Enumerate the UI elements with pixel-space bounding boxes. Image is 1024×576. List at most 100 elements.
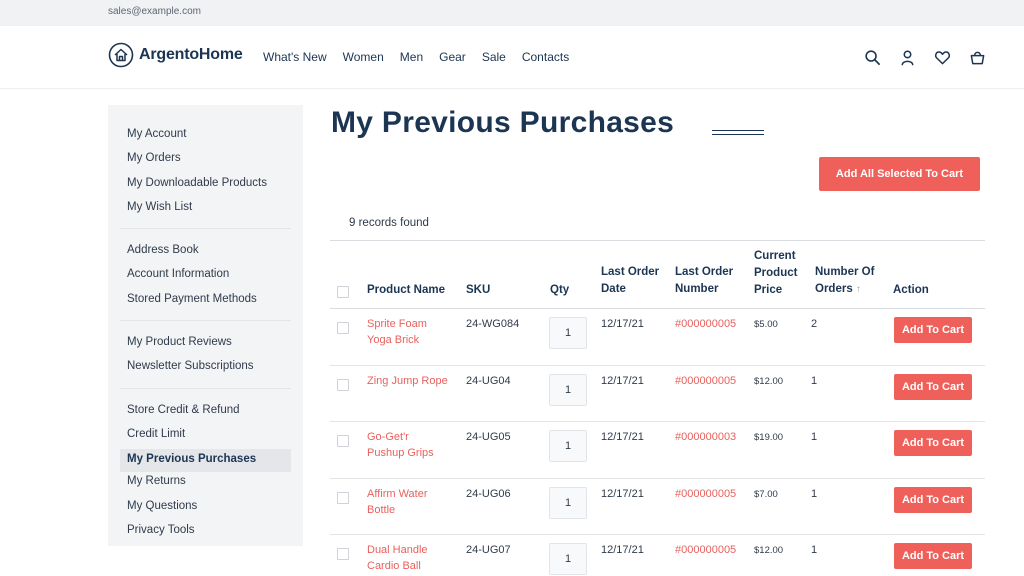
orders-count: 2	[811, 318, 818, 330]
header-number-of-orders-line2: Orders	[815, 283, 853, 295]
nav-contacts[interactable]: Contacts	[522, 50, 569, 64]
sidebar-item-address-book[interactable]: Address Book	[120, 241, 291, 265]
header-qty: Qty	[550, 284, 570, 296]
sku-value: 24-UG06	[466, 487, 511, 500]
sidebar-item-my-questions[interactable]: My Questions	[120, 497, 291, 521]
header-last-order-date-line2: Date	[601, 283, 626, 295]
sidebar-group-info: Address Book Account Information Stored …	[120, 241, 291, 322]
cart-bag-icon[interactable]	[967, 47, 987, 67]
sidebar-item-my-account[interactable]: My Account	[120, 125, 291, 149]
sidebar-item-store-credit[interactable]: Store Credit & Refund	[120, 401, 291, 425]
header-current-price-line3: Price	[754, 284, 783, 296]
row-select-checkbox[interactable]	[337, 491, 349, 504]
row-select-checkbox[interactable]	[337, 322, 349, 334]
sort-arrow-icon[interactable]: ↑	[856, 284, 861, 295]
orders-count: 1	[811, 544, 818, 556]
add-to-cart-button[interactable]: Add To Cart	[894, 373, 972, 400]
sku-value: 24-UG04	[466, 374, 511, 387]
sidebar-item-credit-limit[interactable]: Credit Limit	[120, 425, 291, 449]
page-title: My Previous Purchases	[331, 106, 675, 139]
last-order-date: 12/17/21	[601, 544, 644, 556]
table-row: Go-Get'r Pushup Grips 24-UG05 1 12/17/21 …	[330, 422, 985, 479]
header-number-of-orders[interactable]: Number Of Orders ↑	[815, 264, 874, 298]
row-select-checkbox[interactable]	[337, 548, 349, 560]
sidebar-item-previous-purchases[interactable]: My Previous Purchases	[120, 449, 291, 473]
nav-sale[interactable]: Sale	[482, 50, 506, 64]
orders-count: 1	[811, 374, 818, 387]
nav-gear[interactable]: Gear	[439, 50, 466, 64]
nav-whats-new[interactable]: What's New	[263, 50, 327, 64]
last-order-date: 12/17/21	[601, 431, 644, 443]
order-number-link[interactable]: #000000003	[675, 429, 736, 445]
last-order-date: 12/17/21	[601, 487, 644, 500]
sidebar-item-newsletter[interactable]: Newsletter Subscriptions	[120, 357, 291, 381]
product-name-line1: Sprite Foam	[367, 318, 427, 330]
product-name-line2: Yoga Brick	[367, 334, 420, 346]
add-to-cart-button[interactable]: Add To Cart	[894, 543, 972, 569]
purchases-table: Product Name SKU Qty Last Order Date Las…	[330, 240, 985, 576]
order-number-link[interactable]: #000000005	[675, 316, 736, 332]
header-current-price-line1: Current	[754, 250, 796, 262]
header-last-order-number-line1: Last Order	[675, 266, 734, 278]
brand-logo[interactable]: ArgentoHome	[108, 42, 243, 68]
sidebar-item-privacy-tools[interactable]: Privacy Tools	[120, 521, 291, 545]
table-row: Dual Handle Cardio Ball 24-UG07 1 12/17/2…	[330, 535, 985, 576]
row-select-checkbox[interactable]	[337, 378, 349, 391]
product-name-link[interactable]: Dual Handle Cardio Ball	[367, 542, 428, 574]
price-value: $7.00	[754, 488, 778, 500]
qty-input[interactable]: 1	[549, 317, 587, 349]
header-current-price-line2: Product	[754, 267, 798, 279]
sidebar-item-account-information[interactable]: Account Information	[120, 265, 291, 289]
last-order-date: 12/17/21	[601, 318, 644, 330]
sidebar-item-my-orders[interactable]: My Orders	[120, 149, 291, 173]
sidebar-item-stored-payment-methods[interactable]: Stored Payment Methods	[120, 290, 291, 314]
order-number-link[interactable]: #000000005	[675, 542, 736, 558]
nav-women[interactable]: Women	[343, 50, 384, 64]
price-value: $5.00	[754, 319, 778, 330]
qty-input[interactable]: 1	[549, 486, 587, 519]
sidebar-group-more: Store Credit & Refund Credit Limit My Pr…	[120, 401, 291, 551]
product-name-link[interactable]: Sprite Foam Yoga Brick	[367, 316, 427, 348]
sidebar-item-my-returns[interactable]: My Returns	[120, 472, 291, 496]
account-icon[interactable]	[897, 47, 917, 67]
qty-input[interactable]: 1	[549, 373, 587, 406]
main-nav: What's New Women Men Gear Sale Contacts	[263, 50, 585, 64]
account-sidebar: My Account My Orders My Downloadable Pro…	[108, 105, 303, 546]
title-decoration	[712, 130, 764, 135]
search-icon[interactable]	[862, 47, 882, 67]
row-select-checkbox[interactable]	[337, 435, 349, 447]
sidebar-item-downloadable-products[interactable]: My Downloadable Products	[120, 174, 291, 198]
product-name-link[interactable]: Affirm Water Bottle	[367, 486, 428, 518]
add-to-cart-button[interactable]: Add To Cart	[894, 486, 972, 513]
select-all-checkbox[interactable]	[337, 286, 349, 298]
header-sku[interactable]: SKU	[466, 282, 490, 299]
price-value: $12.00	[754, 375, 784, 387]
table-row: Sprite Foam Yoga Brick 24-WG084 1 12/17/2…	[330, 309, 985, 366]
product-name-line2: Cardio Ball	[367, 560, 421, 572]
product-name-line1: Zing Jump Rope	[367, 374, 448, 387]
house-circle-icon	[108, 42, 134, 68]
header-last-order-number[interactable]: Last Order Number	[675, 264, 733, 298]
sidebar-item-product-reviews[interactable]: My Product Reviews	[120, 333, 291, 357]
add-to-cart-button[interactable]: Add To Cart	[894, 317, 972, 343]
add-to-cart-button[interactable]: Add To Cart	[894, 430, 972, 456]
header-product-name[interactable]: Product Name	[367, 282, 445, 299]
contact-email[interactable]: sales@example.com	[108, 6, 201, 17]
nav-men[interactable]: Men	[400, 50, 423, 64]
header-last-order-number-line2: Number	[675, 283, 719, 295]
top-bar: sales@example.com	[0, 0, 1024, 26]
sidebar-item-wish-list[interactable]: My Wish List	[120, 198, 291, 222]
header-last-order-date[interactable]: Last Order Date	[601, 264, 659, 298]
order-number-link[interactable]: #000000005	[675, 373, 736, 389]
wishlist-heart-icon[interactable]	[932, 47, 952, 67]
qty-input[interactable]: 1	[549, 430, 587, 462]
qty-input[interactable]: 1	[549, 543, 587, 575]
product-name-line2: Bottle	[367, 503, 396, 516]
sku-value: 24-WG084	[466, 318, 520, 330]
product-name-link[interactable]: Go-Get'r Pushup Grips	[367, 429, 434, 461]
product-name-link[interactable]: Zing Jump Rope	[367, 373, 448, 389]
header-current-price[interactable]: Current Product Price	[754, 248, 797, 299]
add-all-selected-button[interactable]: Add All Selected To Cart	[819, 157, 980, 191]
order-number-link[interactable]: #000000005	[675, 486, 736, 502]
product-name-line1: Go-Get'r	[367, 431, 409, 443]
